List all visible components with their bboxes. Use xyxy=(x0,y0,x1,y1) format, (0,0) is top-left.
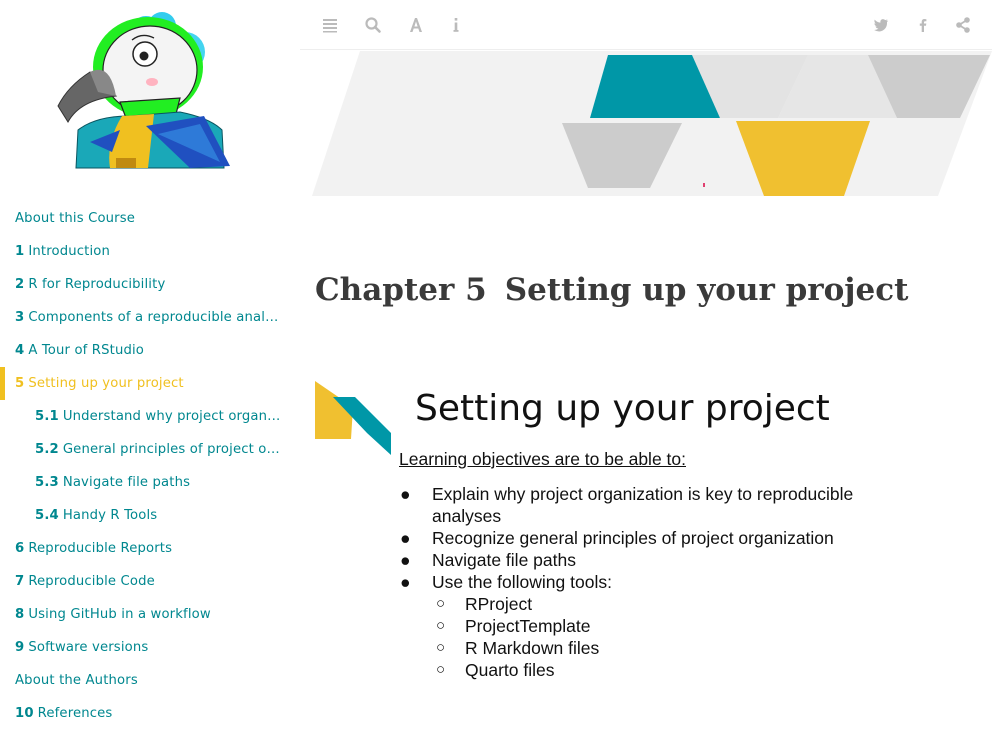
toc-item-label: R for Reproducibility xyxy=(28,277,166,292)
chapter-banner-graphic xyxy=(312,51,992,196)
search-icon[interactable] xyxy=(363,15,383,35)
toc-item-label: A Tour of RStudio xyxy=(28,343,145,358)
sub-bullet-symbol: ○ xyxy=(436,617,446,634)
twitter-icon[interactable] xyxy=(871,15,891,35)
toc-item[interactable]: 4A Tour of RStudio xyxy=(0,334,300,367)
facebook-icon[interactable] xyxy=(913,15,933,35)
toc-item-number: 5 xyxy=(15,376,25,391)
bullet-text: Navigate file paths xyxy=(432,550,576,570)
toc-item-number: 10 xyxy=(15,706,34,721)
toc-item[interactable]: 10 References xyxy=(0,697,300,730)
sub-bullet-symbol: ○ xyxy=(436,595,446,612)
sidebar: About this Course 1 Introduction 2 R for Rep… xyxy=(0,0,300,744)
toc-item-number: 9 xyxy=(15,640,25,655)
toc-item-number: 6 xyxy=(15,541,25,556)
toc-item[interactable]: 5.1Understand why project organization i… xyxy=(0,400,300,433)
toc-item-label: Navigate file paths xyxy=(62,475,191,490)
bullet-text: Explain why project organization is key … xyxy=(432,484,854,526)
bullet-symbol: ● xyxy=(400,484,411,504)
toc-item[interactable]: 7 Reproducible Code xyxy=(0,565,300,598)
toc-item[interactable]: 8 Using GitHub in a workflow xyxy=(0,598,300,631)
toc-item-number: 5.2 xyxy=(35,442,59,457)
main-content: Chapter 5 Setting up your project Setting… xyxy=(300,0,992,744)
toc-item-label: Using GitHub in a workflow xyxy=(28,607,211,622)
toc-item-label: General principles of project organizati… xyxy=(62,442,300,457)
toc-item-label: Components of a reproducible analysis xyxy=(28,310,291,325)
toc-item[interactable]: About this Course xyxy=(0,202,300,235)
bullet-text: Recognize general principles of project … xyxy=(432,528,834,548)
bullet-symbol: ● xyxy=(400,550,411,570)
toc-item-number: 5.4 xyxy=(35,508,59,523)
toc-item-number: 5.1 xyxy=(35,409,59,424)
toc-item-number: 5.3 xyxy=(35,475,59,490)
toc-item-number: 3 xyxy=(15,310,25,325)
share-icon[interactable] xyxy=(953,15,973,35)
toc-item[interactable]: 2R for Reproducibility xyxy=(0,268,300,301)
toc-item[interactable]: 3 Components of a reproducible analysis xyxy=(0,301,300,334)
table-of-contents: About this Course 1 Introduction 2 R for Rep… xyxy=(0,202,300,730)
toc-item-number: 4 xyxy=(15,343,25,358)
toc-item[interactable]: 5.4 Handy R Tools xyxy=(0,499,300,532)
toc-item-label: Setting up your project xyxy=(28,376,184,391)
toc-item-number: 2 xyxy=(15,277,25,292)
toc-item[interactable]: 5 Setting up your project xyxy=(0,367,300,400)
toc-item-number: 7 xyxy=(15,574,25,589)
sub-bullet-text: R Markdown files xyxy=(465,638,600,658)
toc-item-label: Software versions xyxy=(28,640,149,655)
top-toolbar xyxy=(300,0,992,50)
toc-item-label: Reproducible Code xyxy=(28,574,155,589)
chapter-number: Chapter 5 xyxy=(315,272,487,308)
toc-item-label: Reproducible Reports xyxy=(28,541,173,556)
toc-item[interactable]: 5.2General principles of project organiz… xyxy=(0,433,300,466)
bullet-symbol: ● xyxy=(400,572,411,592)
toc-item-number: 1 xyxy=(15,244,25,259)
sub-bullet-symbol: ○ xyxy=(436,639,446,656)
bullet-symbol: ● xyxy=(400,528,411,548)
toc-item[interactable]: 5.3 Navigate file paths xyxy=(0,466,300,499)
toc-item[interactable]: 6 Reproducible Reports xyxy=(0,532,300,565)
chapter-title: Setting up your project xyxy=(504,272,909,308)
sub-bullet-symbol: ○ xyxy=(436,661,446,678)
page-title: Chapter 5 Setting up your project xyxy=(315,272,975,308)
slide-corner-graphic xyxy=(315,381,391,455)
bullet-text: Use the following tools: xyxy=(432,572,612,592)
toc-item-label: Introduction xyxy=(28,244,110,259)
info-icon[interactable] xyxy=(446,15,466,35)
toc-item-label: About this Course xyxy=(15,211,136,226)
slide-title: Setting up your project xyxy=(415,388,830,429)
toc-item-label: Handy R Tools xyxy=(62,508,158,523)
toc-item-label: References xyxy=(37,706,113,721)
font-icon[interactable] xyxy=(406,15,426,35)
sub-bullet-text: RProject xyxy=(465,594,533,614)
sub-bullet-text: ProjectTemplate xyxy=(465,616,591,636)
toc-item[interactable]: 1 Introduction xyxy=(0,235,300,268)
hamburger-icon[interactable] xyxy=(320,15,340,35)
slide-image: Setting up your project Learning objecti… xyxy=(312,376,972,696)
toc-item-number: 8 xyxy=(15,607,25,622)
parrot-logo xyxy=(57,12,230,169)
toc-item-label: About the Authors xyxy=(15,673,138,688)
toc-item[interactable]: About the Authors xyxy=(0,664,300,697)
toc-item-label: Understand why project organization is k… xyxy=(62,409,300,424)
slide-subtitle: Learning objectives are to be able to: xyxy=(399,449,686,469)
toc-item[interactable]: 9 Software versions xyxy=(0,631,300,664)
sub-bullet-text: Quarto files xyxy=(465,660,555,680)
